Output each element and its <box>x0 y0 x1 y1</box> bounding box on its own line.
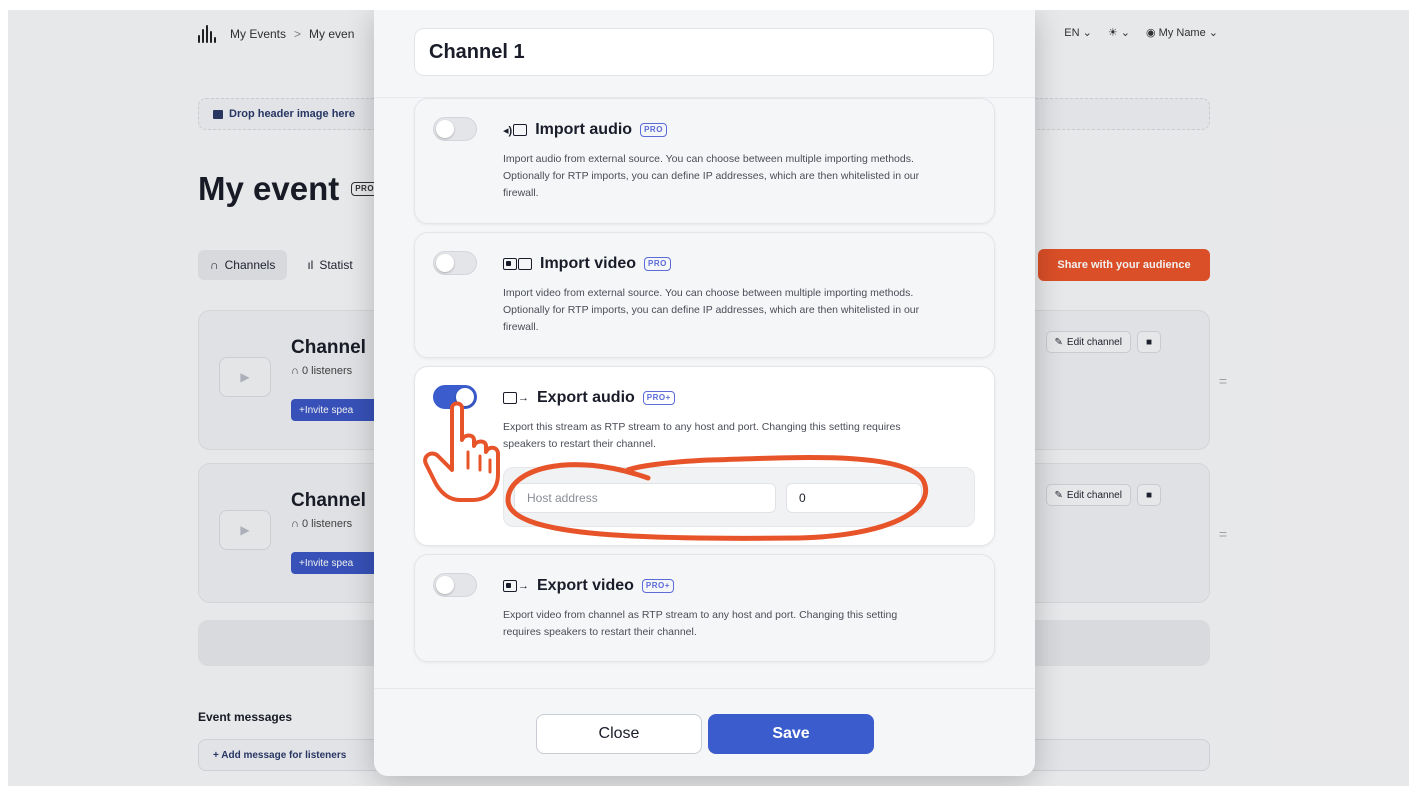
channel-settings-modal: Channel 1 ◂) Import audio PRO Import aud… <box>374 10 1035 776</box>
option-export-video: → Export video PRO+ Export video from ch… <box>414 554 995 662</box>
import-audio-icon: ◂) <box>503 124 528 137</box>
export-video-toggle[interactable] <box>433 573 477 597</box>
host-address-input[interactable]: Host address <box>514 483 776 513</box>
save-button[interactable]: Save <box>708 714 874 754</box>
option-title: Import video PRO <box>503 255 671 273</box>
option-description: Import video from external source. You c… <box>503 287 920 333</box>
pro-plus-badge: PRO+ <box>642 391 675 405</box>
option-description: Import audio from external source. You c… <box>503 153 920 199</box>
pro-plus-badge: PRO+ <box>641 579 674 593</box>
import-audio-toggle[interactable] <box>433 117 477 141</box>
option-description: Export this stream as RTP stream to any … <box>503 421 901 450</box>
option-description: Export video from channel as RTP stream … <box>503 609 898 638</box>
export-video-icon: → <box>503 580 529 592</box>
export-audio-toggle[interactable] <box>433 385 477 409</box>
option-title: ◂) Import audio PRO <box>503 121 667 139</box>
channel-title-field[interactable]: Channel 1 <box>414 28 994 76</box>
pro-badge: PRO <box>644 257 671 271</box>
option-title: → Export video PRO+ <box>503 577 674 595</box>
rtp-target-fields: Host address 0 <box>503 467 975 527</box>
import-video-toggle[interactable] <box>433 251 477 275</box>
option-title: → Export audio PRO+ <box>503 389 675 407</box>
pro-badge: PRO <box>640 123 667 137</box>
modal-footer: Close Save <box>374 688 1035 776</box>
export-audio-icon: → <box>503 392 529 404</box>
screen: My Events > My even EN ⌄ ☀ ⌄ ◉ My Name ⌄… <box>8 10 1409 786</box>
option-import-video: Import video PRO Import video from exter… <box>414 232 995 358</box>
modal-header: Channel 1 <box>374 10 1035 98</box>
option-export-audio: → Export audio PRO+ Export this stream a… <box>414 366 995 546</box>
option-import-audio: ◂) Import audio PRO Import audio from ex… <box>414 98 995 224</box>
port-input[interactable]: 0 <box>786 483 922 513</box>
import-video-icon <box>503 258 532 270</box>
close-button[interactable]: Close <box>536 714 702 754</box>
